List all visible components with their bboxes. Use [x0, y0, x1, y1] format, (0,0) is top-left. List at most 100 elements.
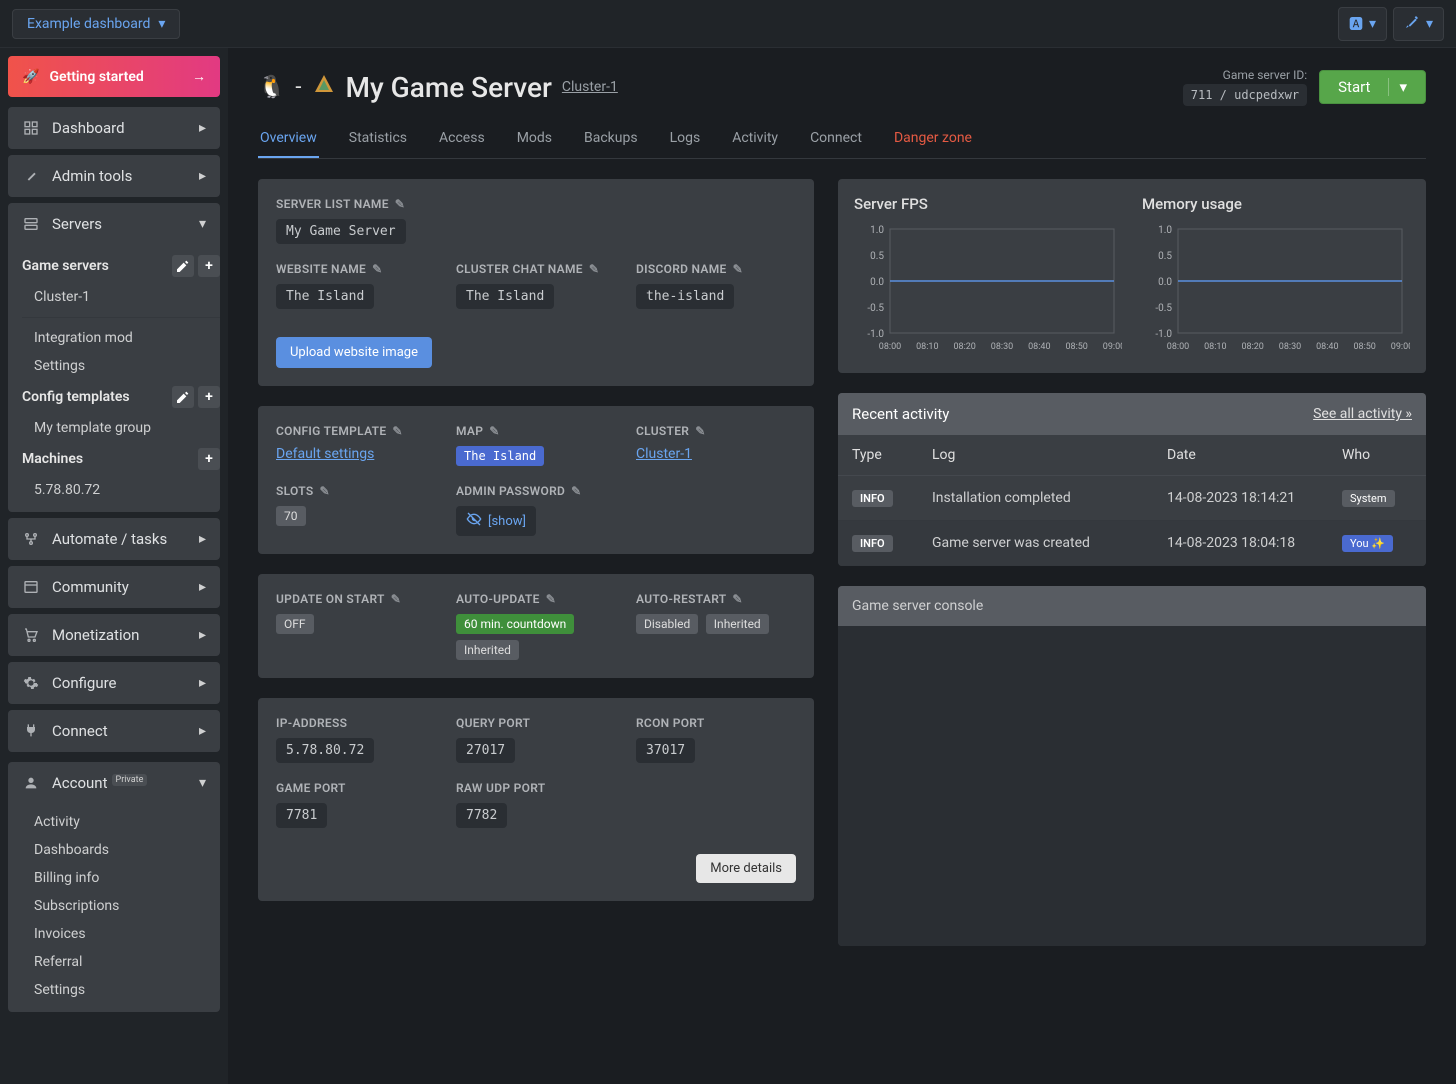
plug-icon — [22, 723, 40, 739]
svg-text:08:00: 08:00 — [1167, 342, 1189, 352]
nav-account-billing[interactable]: Billing info — [22, 864, 220, 892]
pencil-icon[interactable]: ✎ — [372, 262, 382, 276]
svg-text:08:40: 08:40 — [1316, 342, 1338, 352]
translate-button[interactable]: 🅰 ▾ — [1338, 7, 1387, 41]
pencil-icon[interactable]: ✎ — [319, 484, 329, 498]
field-label: SERVER LIST NAME — [276, 197, 389, 211]
pencil-icon[interactable]: ✎ — [546, 592, 556, 606]
cluster-link[interactable]: Cluster-1 — [562, 79, 618, 95]
nav-admin-tools[interactable]: Admin tools ▸ — [8, 155, 220, 197]
nav-account-activity[interactable]: Activity — [22, 808, 220, 836]
wand-icon — [22, 168, 40, 184]
nav-account-invoices[interactable]: Invoices — [22, 920, 220, 948]
nav-account-settings[interactable]: Settings — [22, 976, 220, 1004]
field-label: RAW UDP PORT — [456, 781, 545, 795]
magic-button[interactable]: ▾ — [1393, 7, 1444, 41]
nav-servers[interactable]: Servers ▾ — [8, 203, 220, 245]
add-button[interactable]: + — [198, 386, 220, 408]
config-template-link[interactable]: Default settings — [276, 446, 374, 462]
field-label: ADMIN PASSWORD — [456, 484, 565, 498]
rocket-icon: 🚀 — [22, 69, 39, 85]
tab-activity[interactable]: Activity — [730, 120, 780, 158]
svg-text:08:30: 08:30 — [1279, 342, 1301, 352]
nav-dashboard[interactable]: Dashboard ▸ — [8, 107, 220, 149]
pencil-icon[interactable]: ✎ — [695, 424, 705, 438]
raw-udp-value: 7782 — [456, 803, 507, 828]
getting-started-button[interactable]: 🚀 Getting started → — [8, 56, 220, 97]
nav-account-referral[interactable]: Referral — [22, 948, 220, 976]
field-label: MAP — [456, 424, 483, 438]
svg-text:0.5: 0.5 — [870, 251, 884, 262]
nav-community[interactable]: Community ▸ — [8, 566, 220, 608]
start-button[interactable]: Start ▾ — [1319, 70, 1426, 104]
tab-danger-zone[interactable]: Danger zone — [892, 120, 974, 158]
gear-icon — [22, 675, 40, 691]
chevron-right-icon: ▸ — [199, 675, 206, 691]
chevron-down-icon: ▾ — [199, 216, 206, 232]
nav-connect[interactable]: Connect ▸ — [8, 710, 220, 752]
cluster-value-link[interactable]: Cluster-1 — [636, 446, 692, 462]
svg-text:0.5: 0.5 — [1158, 251, 1172, 262]
nav-label: Monetization — [52, 626, 139, 644]
auto-restart-disabled: Disabled — [636, 614, 698, 634]
nav-account-block: AccountPrivate ▾ Activity Dashboards Bil… — [8, 762, 220, 1012]
tab-statistics[interactable]: Statistics — [347, 120, 409, 158]
nav-label: Configure — [52, 674, 117, 692]
nav-monetization[interactable]: Monetization ▸ — [8, 614, 220, 656]
more-details-button[interactable]: More details — [696, 854, 796, 883]
type-badge: INFO — [852, 490, 893, 507]
nav-label: AccountPrivate — [52, 774, 147, 792]
edit-button[interactable] — [172, 386, 194, 408]
names-card: SERVER LIST NAME✎ My Game Server WEBSITE… — [258, 179, 814, 386]
pencil-icon[interactable]: ✎ — [733, 262, 743, 276]
upload-image-button[interactable]: Upload website image — [276, 337, 432, 368]
pencil-icon[interactable]: ✎ — [571, 484, 581, 498]
chevron-right-icon: ▸ — [199, 168, 206, 184]
svg-text:08:50: 08:50 — [1353, 342, 1375, 352]
gsid-label: Game server ID: — [1183, 68, 1307, 82]
chevron-down-icon: ▾ — [199, 775, 206, 791]
nav-label: Dashboard — [52, 119, 125, 137]
pencil-icon[interactable]: ✎ — [392, 424, 402, 438]
nav-account-subscriptions[interactable]: Subscriptions — [22, 892, 220, 920]
nav-sub-item-template[interactable]: My template group — [22, 414, 220, 442]
see-all-link[interactable]: See all activity » — [1313, 406, 1412, 422]
tab-access[interactable]: Access — [437, 120, 487, 158]
nav-label: Admin tools — [52, 167, 132, 185]
server-list-name-value: My Game Server — [276, 219, 406, 244]
nav-configure[interactable]: Configure ▸ — [8, 662, 220, 704]
nav-account-dashboards[interactable]: Dashboards — [22, 836, 220, 864]
pencil-icon[interactable]: ✎ — [395, 197, 405, 211]
chevron-right-icon: ▸ — [199, 579, 206, 595]
pencil-icon[interactable]: ✎ — [732, 592, 742, 606]
website-name-value: The Island — [276, 284, 374, 309]
dashboard-selector[interactable]: Example dashboard ▾ — [12, 9, 180, 39]
pencil-icon[interactable]: ✎ — [589, 262, 599, 276]
nav-automate[interactable]: Automate / tasks ▸ — [8, 518, 220, 560]
tab-backups[interactable]: Backups — [582, 120, 640, 158]
nav-account[interactable]: AccountPrivate ▾ — [8, 762, 220, 804]
add-button[interactable]: + — [198, 448, 220, 470]
query-port-value: 27017 — [456, 738, 515, 763]
svg-text:0.0: 0.0 — [870, 277, 884, 288]
show-password-button[interactable]: [show] — [456, 506, 536, 536]
game-port-value: 7781 — [276, 803, 327, 828]
nav-sub-item-machine[interactable]: 5.78.80.72 — [22, 476, 220, 504]
field-label: CONFIG TEMPLATE — [276, 424, 386, 438]
console-card: Game server console — [838, 586, 1426, 946]
edit-button[interactable] — [172, 255, 194, 277]
nav-sub-item-settings[interactable]: Settings — [22, 352, 220, 380]
tab-overview[interactable]: Overview — [258, 120, 319, 158]
linux-icon: 🐧 — [258, 75, 285, 100]
tab-connect[interactable]: Connect — [808, 120, 864, 158]
pencil-icon[interactable]: ✎ — [489, 424, 499, 438]
map-value: The Island — [456, 446, 544, 466]
nav-sub-item-integration[interactable]: Integration mod — [22, 324, 220, 352]
tab-mods[interactable]: Mods — [515, 120, 554, 158]
svg-text:-1.0: -1.0 — [1155, 329, 1172, 340]
add-button[interactable]: + — [198, 255, 220, 277]
pencil-icon[interactable]: ✎ — [391, 592, 401, 606]
nav-sub-item-cluster[interactable]: Cluster-1 — [22, 283, 220, 311]
tab-logs[interactable]: Logs — [668, 120, 703, 158]
console-body[interactable] — [838, 626, 1426, 946]
